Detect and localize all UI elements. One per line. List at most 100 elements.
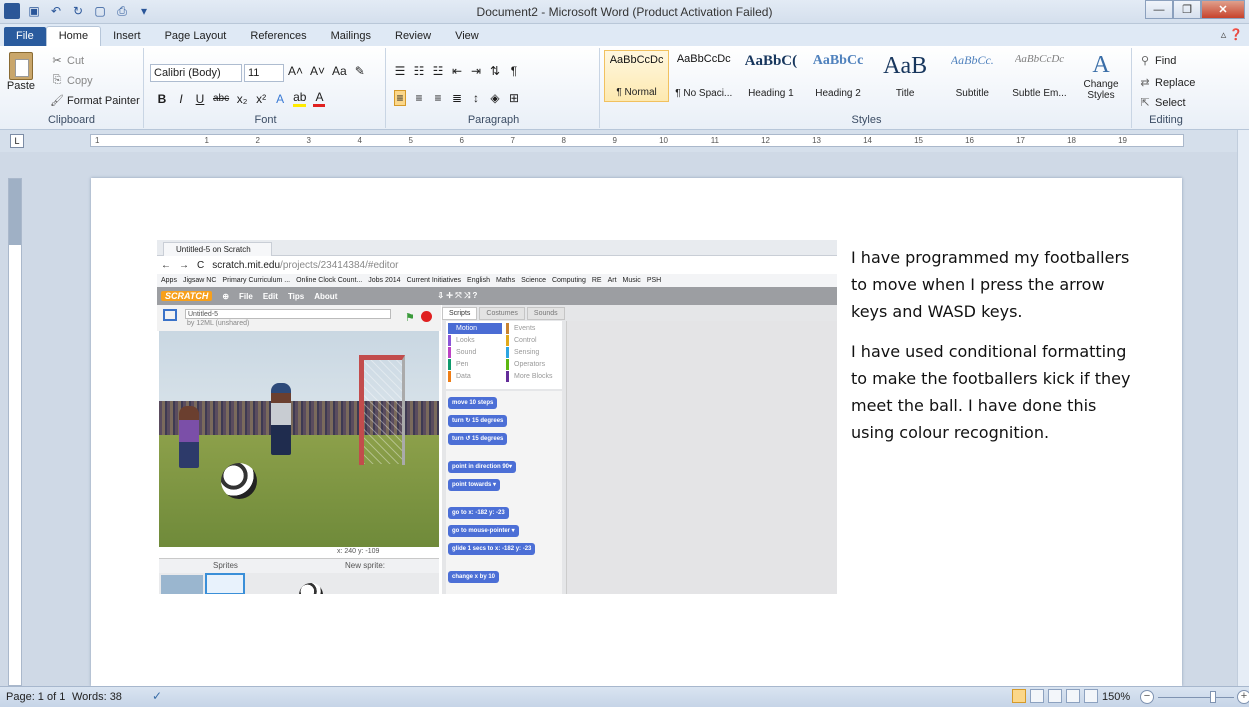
document-page[interactable]: Untitled-5 on Scratch ← → C scratch.mit.… (91, 178, 1182, 686)
style-heading-2[interactable]: AaBbCc Heading 2 (805, 50, 870, 102)
shading-icon[interactable]: ◈ (489, 91, 501, 105)
multilevel-list-icon[interactable]: ☳ (432, 64, 444, 78)
style-name: Title (895, 88, 915, 99)
category-pen: Pen (448, 359, 502, 370)
replace-button[interactable]: ⇄ Replace (1138, 76, 1195, 90)
subscript-button[interactable]: x₂ (236, 92, 248, 106)
align-right-icon[interactable]: ≡ (432, 91, 444, 105)
bold-button[interactable]: B (156, 92, 168, 106)
paragraph-1[interactable]: I have programmed my footballers to move… (851, 244, 1131, 325)
block-go-to: go to mouse-pointer ▾ (448, 525, 519, 537)
tab-mailings[interactable]: Mailings (319, 27, 383, 46)
style-sample: AaBbCc. (950, 53, 994, 67)
style-subtle-emphasis[interactable]: AaBbCcDc Subtle Em... (1007, 50, 1072, 102)
italic-button[interactable]: I (175, 92, 187, 106)
vertical-scrollbar[interactable] (1237, 130, 1249, 686)
tab-references[interactable]: References (238, 27, 318, 46)
numbering-icon[interactable]: ☷ (413, 64, 425, 78)
ruler-number: 2 (255, 136, 260, 145)
footballer-sprite-1 (179, 406, 199, 468)
style-name: ¶ Normal (616, 87, 657, 98)
restore-button[interactable]: ❐ (1173, 0, 1201, 19)
change-styles-label: Change Styles (1083, 79, 1119, 101)
word-count[interactable]: Words: 38 (72, 691, 122, 703)
block-point-towards: point towards ▾ (448, 479, 501, 491)
highlight-icon[interactable]: ab (293, 90, 307, 107)
increase-indent-icon[interactable]: ⇥ (470, 64, 482, 78)
tab-page-layout[interactable]: Page Layout (153, 27, 239, 46)
tab-insert[interactable]: Insert (101, 27, 153, 46)
document-body-text[interactable]: I have programmed my footballers to move… (851, 244, 1131, 459)
decrease-indent-icon[interactable]: ⇤ (451, 64, 463, 78)
underline-button[interactable]: U (194, 92, 206, 106)
justify-icon[interactable]: ≣ (451, 91, 463, 105)
style-title[interactable]: AaB Title (873, 50, 938, 102)
full-screen-reading-icon[interactable] (1030, 689, 1044, 703)
tab-view[interactable]: View (443, 27, 491, 46)
tab-review[interactable]: Review (383, 27, 443, 46)
ruler-number: 19 (1118, 136, 1127, 145)
page-count[interactable]: Page: 1 of 1 (6, 691, 65, 703)
cut-label: Cut (67, 54, 85, 67)
zoom-level[interactable]: 150% (1102, 691, 1130, 703)
browser-address-bar: ← → C scratch.mit.edu/projects/23414384/… (157, 256, 837, 274)
copy-button[interactable]: ⎘ Copy (50, 74, 93, 87)
vertical-ruler[interactable] (8, 178, 22, 686)
forward-icon: → (179, 259, 189, 271)
script-canvas (566, 321, 837, 594)
minimize-button[interactable]: — (1145, 0, 1173, 19)
clear-formatting-icon[interactable]: ✎ (354, 64, 366, 78)
ribbon-minimize-icon[interactable]: ▵ ❓ (1221, 28, 1243, 41)
find-button[interactable]: ⚲ Find (1138, 54, 1176, 68)
tab-file[interactable]: File (4, 27, 46, 46)
bookmark: Jobs 2014 (368, 277, 401, 284)
paragraph-2[interactable]: I have used conditional formatting to ma… (851, 338, 1131, 446)
borders-icon[interactable]: ⊞ (508, 91, 520, 105)
style-no-spacing[interactable]: AaBbCcDc ¶ No Spaci... (671, 50, 736, 102)
tab-home[interactable]: Home (45, 26, 102, 46)
outline-icon[interactable] (1066, 689, 1080, 703)
embedded-scratch-screenshot[interactable]: Untitled-5 on Scratch ← → C scratch.mit.… (157, 240, 837, 594)
close-button[interactable]: ✕ (1201, 0, 1245, 19)
horizontal-ruler[interactable]: 1 1 2 3 4 5 6 7 8 9 10 11 12 13 14 15 16… (90, 134, 1184, 147)
align-left-icon[interactable]: ≡ (394, 90, 406, 106)
ruler-number: 11 (710, 136, 719, 145)
proofing-icon[interactable]: ✓ (152, 689, 162, 703)
line-spacing-icon[interactable]: ↕ (470, 91, 482, 105)
url-host: scratch.mit.edu (212, 259, 281, 271)
align-center-icon[interactable]: ≡ (413, 91, 425, 105)
bookmark: Science (521, 277, 546, 284)
browser-tab: Untitled-5 on Scratch (163, 242, 272, 256)
ruler-number: 3 (306, 136, 311, 145)
change-case-icon[interactable]: Aa (332, 64, 347, 78)
cut-button[interactable]: ✂ Cut (50, 54, 85, 68)
text-effects-icon[interactable]: A (274, 92, 286, 106)
font-size-combo[interactable]: 11 (244, 64, 284, 82)
zoom-in-button[interactable]: + (1237, 690, 1249, 704)
change-styles-button[interactable]: A Change Styles (1082, 52, 1120, 101)
font-name-combo[interactable]: Calibri (Body) (150, 64, 242, 82)
sort-icon[interactable]: ⇅ (489, 64, 501, 78)
tab-stop-selector[interactable]: L (10, 134, 24, 148)
select-button[interactable]: ⇱ Select (1138, 96, 1185, 110)
style-heading-1[interactable]: AaBbC( Heading 1 (738, 50, 803, 102)
zoom-slider[interactable] (1158, 697, 1234, 698)
zoom-out-button[interactable]: − (1140, 690, 1154, 704)
draft-icon[interactable] (1084, 689, 1098, 703)
style-subtitle[interactable]: AaBbCc. Subtitle (940, 50, 1005, 102)
format-painter-button[interactable]: 🖌 Format Painter (50, 94, 140, 108)
web-layout-icon[interactable] (1048, 689, 1062, 703)
shrink-font-icon[interactable]: A˅ (310, 64, 325, 78)
strikethrough-button[interactable]: abc (213, 93, 229, 104)
sprites-label: Sprites (213, 561, 238, 570)
ribbon: Paste ✂ Cut ⎘ Copy 🖌 Format Painter Clip… (0, 46, 1249, 130)
zoom-slider-thumb[interactable] (1210, 691, 1216, 703)
show-hide-marks-icon[interactable]: ¶ (508, 64, 520, 78)
print-layout-icon[interactable] (1012, 689, 1026, 703)
paste-button[interactable]: Paste (6, 52, 36, 112)
grow-font-icon[interactable]: A˄ (288, 64, 303, 78)
style-normal[interactable]: AaBbCcDc ¶ Normal (604, 50, 670, 102)
bullets-icon[interactable]: ☰ (394, 64, 406, 78)
superscript-button[interactable]: x² (255, 92, 267, 106)
font-color-icon[interactable]: A (313, 90, 326, 107)
